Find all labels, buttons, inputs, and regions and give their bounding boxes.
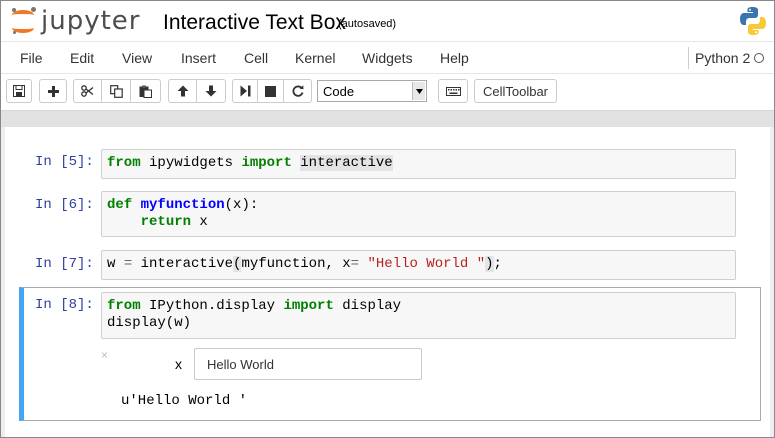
refresh-icon	[292, 85, 303, 97]
python-logo-icon	[740, 7, 766, 35]
arrow-down-icon	[205, 85, 217, 97]
copy-button[interactable]	[102, 79, 131, 103]
menu-view[interactable]: View	[122, 50, 152, 66]
menu-insert[interactable]: Insert	[181, 50, 216, 66]
arrow-up-icon	[177, 85, 188, 97]
code-cell-input[interactable]: from ipywidgets import interactive	[101, 149, 736, 179]
celltoolbar-button[interactable]: CellToolbar	[474, 79, 557, 103]
cell-prompt: In [7]:	[35, 256, 94, 272]
menu-help[interactable]: Help	[440, 50, 469, 66]
restart-kernel-button[interactable]	[284, 79, 312, 103]
cell-type-select[interactable]: Code	[317, 80, 427, 102]
cut-button[interactable]	[73, 79, 102, 103]
notebook-title[interactable]: Interactive Text Box	[163, 11, 346, 35]
copy-icon	[109, 84, 123, 98]
menu-cell[interactable]: Cell	[244, 50, 268, 66]
menu-kernel[interactable]: Kernel	[295, 50, 335, 66]
step-forward-icon	[240, 85, 250, 97]
scissors-icon	[81, 85, 94, 97]
move-down-button[interactable]	[197, 79, 226, 103]
cell-type-value: Code	[323, 84, 355, 99]
cell-prompt: In [8]:	[35, 297, 94, 313]
chevron-down-icon	[412, 82, 425, 100]
menubar: File Edit View Insert Cell Kernel Widget…	[1, 41, 774, 74]
command-palette-button[interactable]	[438, 79, 468, 103]
insert-cell-button[interactable]	[39, 79, 67, 103]
menu-widgets[interactable]: Widgets	[362, 50, 413, 66]
cell-prompt: In [6]:	[35, 197, 94, 213]
autosave-status: (autosaved)	[338, 18, 397, 30]
move-up-button[interactable]	[168, 79, 197, 103]
code-cell-input[interactable]: w = interactive(myfunction, x= "Hello Wo…	[101, 250, 736, 280]
paste-icon	[139, 85, 152, 98]
code-cell-input[interactable]: def myfunction(x): return x	[101, 191, 736, 237]
cell-output: u'Hello World '	[121, 393, 248, 409]
jupyter-logo[interactable]: jupyter	[11, 5, 140, 37]
header-divider	[1, 110, 774, 127]
widget-text-input[interactable]	[194, 348, 422, 380]
interrupt-kernel-button[interactable]	[258, 79, 284, 103]
plus-icon	[47, 85, 59, 97]
menu-file[interactable]: File	[20, 50, 43, 66]
logo-text: jupyter	[41, 6, 141, 36]
kernel-name: Python 2	[695, 50, 751, 66]
widget-label: x	[175, 356, 182, 372]
menu-edit[interactable]: Edit	[70, 50, 94, 66]
stop-icon	[265, 85, 276, 97]
notebook-container: In [5]: from ipywidgets import interacti…	[5, 127, 770, 437]
kernel-divider	[688, 47, 689, 69]
save-button[interactable]	[6, 79, 32, 103]
code-cell-input[interactable]: from IPython.display import display disp…	[101, 292, 736, 339]
close-widget-icon[interactable]: ×	[101, 348, 108, 362]
notebook-window: jupyter Interactive Text Box (autosaved)…	[0, 0, 775, 438]
header: jupyter Interactive Text Box (autosaved)	[1, 1, 774, 41]
jupyter-logo-icon	[11, 7, 37, 35]
run-cell-button[interactable]	[232, 79, 258, 103]
paste-button[interactable]	[131, 79, 161, 103]
cell-prompt: In [5]:	[35, 154, 94, 170]
kernel-idle-indicator-icon	[754, 53, 764, 63]
keyboard-icon	[445, 86, 461, 96]
save-icon	[13, 85, 25, 97]
